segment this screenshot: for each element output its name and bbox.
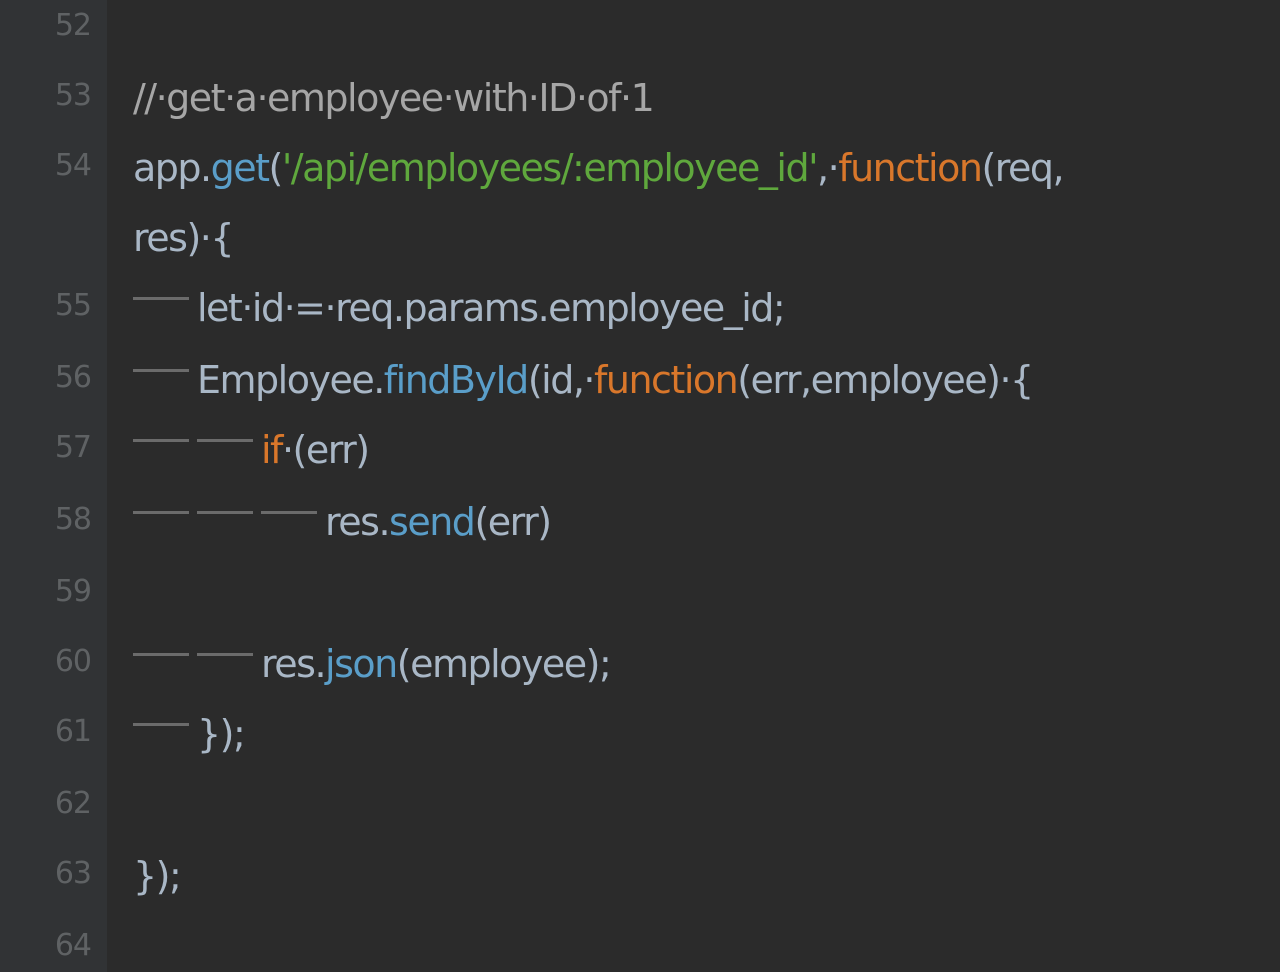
code-token-method: get	[210, 146, 270, 190]
code-token-default: res.	[325, 500, 391, 544]
indent-guide	[133, 653, 189, 656]
code-token-default: });	[133, 854, 182, 898]
line-number: 52	[54, 8, 92, 43]
indent-guide	[261, 511, 317, 514]
code-area[interactable]: //·get·a·employee·with·ID·of·1 app.get('/…	[107, 0, 1280, 972]
indent-guide	[133, 439, 189, 442]
code-token-method: json	[325, 642, 398, 686]
line-number: 60	[54, 644, 92, 679]
line-number: 55	[54, 288, 92, 323]
line-number: 59	[54, 574, 92, 609]
code-token-default: (employee);	[396, 642, 612, 686]
code-token-comment: //·get·a·employee·with·ID·of·1	[133, 76, 655, 120]
indent-guide	[197, 511, 253, 514]
indent-guide	[197, 439, 253, 442]
code-token-default: (err)	[474, 500, 552, 544]
code-token-default: ·(err)	[281, 428, 370, 472]
code-token-default: app.	[133, 146, 212, 190]
code-token-string: '/api/employees/:employee_id'	[281, 146, 819, 190]
indent-guide	[133, 511, 189, 514]
indent-guide	[133, 297, 189, 300]
code-token-default: });	[197, 712, 246, 756]
code-token-method: findById	[383, 358, 530, 402]
line-number: 53	[54, 78, 92, 113]
code-token-method: send	[389, 500, 476, 544]
line-number: 64	[54, 928, 92, 963]
code-line[interactable]: res.json(employee);	[133, 638, 612, 690]
code-token-default: (err,employee)·{	[737, 358, 1034, 402]
code-token-default: (req,	[981, 146, 1064, 190]
line-number: 62	[54, 786, 92, 821]
code-line[interactable]: app.get('/api/employees/:employee_id',·f…	[133, 142, 1065, 194]
indent-guide	[133, 723, 189, 726]
code-token-keyword: if	[261, 428, 283, 472]
line-number: 61	[54, 714, 92, 749]
code-token-default: ,·	[817, 146, 840, 190]
code-line[interactable]: Employee.findById(id,·function(err,emplo…	[133, 354, 1034, 406]
indent-guide	[197, 653, 253, 656]
code-token-default: (	[268, 146, 284, 190]
code-editor[interactable]: 52 53 54 55 56 57 58 59 60 61 62 63 64 //·get·a·empl…	[0, 0, 1280, 972]
code-token-default: Employee.	[197, 358, 385, 402]
code-token-keyword: function	[593, 358, 739, 402]
code-token-default: let·id·=·req.params.employee_id;	[197, 286, 786, 330]
line-number-gutter: 52 53 54 55 56 57 58 59 60 61 62 63 64	[0, 0, 107, 972]
line-number: 54	[54, 148, 92, 183]
indent-guide	[133, 369, 189, 372]
code-line[interactable]: });	[133, 708, 246, 760]
code-line[interactable]: let·id·=·req.params.employee_id;	[133, 282, 786, 334]
line-number: 57	[54, 430, 92, 465]
line-number: 63	[54, 856, 92, 891]
code-token-default: (id,·	[527, 358, 596, 402]
code-line[interactable]: res)·{	[133, 212, 235, 264]
code-line[interactable]: });	[133, 850, 182, 902]
code-line[interactable]: if·(err)	[133, 424, 370, 476]
code-token-keyword: function	[838, 146, 983, 190]
line-number: 58	[54, 502, 92, 537]
line-number: 56	[54, 360, 92, 395]
code-token-default: res.	[261, 642, 327, 686]
code-line[interactable]: //·get·a·employee·with·ID·of·1	[133, 72, 655, 124]
code-token-default: res)·{	[133, 216, 235, 260]
code-line[interactable]: res.send(err)	[133, 496, 552, 548]
